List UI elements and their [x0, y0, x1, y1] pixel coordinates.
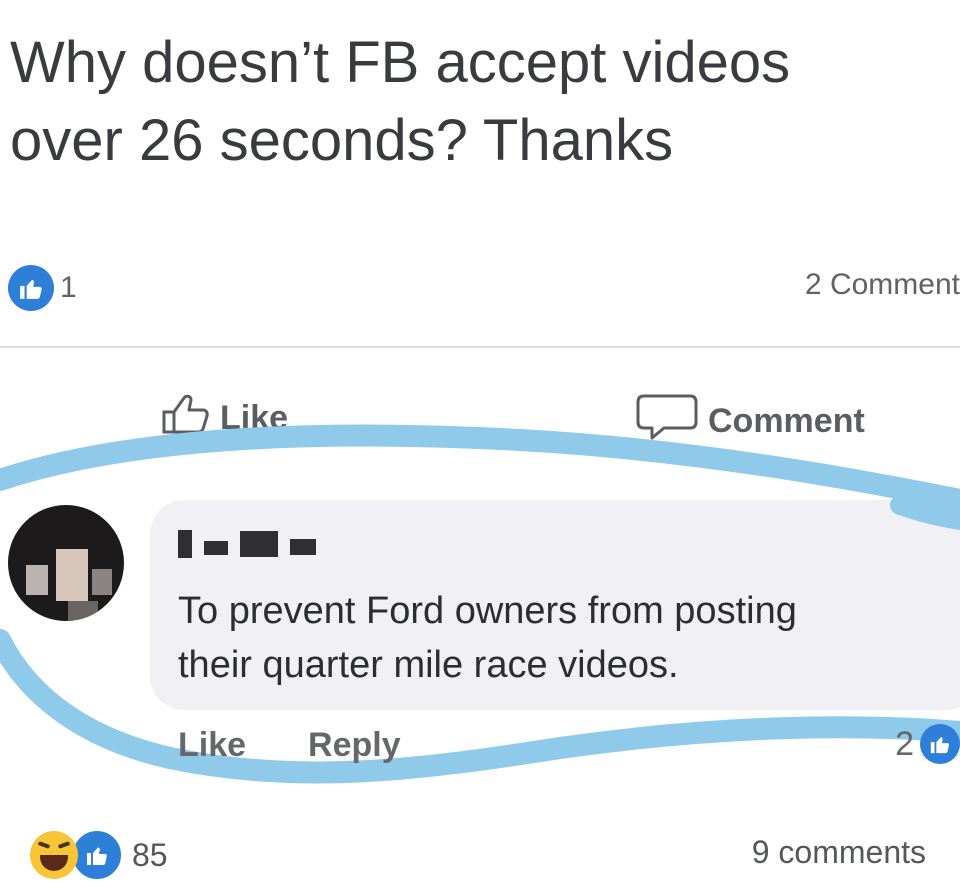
like-icon: [160, 392, 212, 445]
comment-like-link[interactable]: Like: [178, 726, 246, 765]
reaction-count: 85: [132, 836, 168, 873]
avatar[interactable]: [8, 505, 124, 621]
comment-reaction-number: 2: [895, 724, 914, 763]
comment-icon: [636, 392, 700, 451]
comment-reply-link[interactable]: Reply: [308, 726, 401, 765]
like-reaction-icon: [8, 265, 54, 311]
like-button[interactable]: Like: [160, 392, 288, 445]
post-reaction-summary[interactable]: 85: [30, 828, 168, 882]
comment-button-label: Comment: [708, 402, 865, 440]
post-text-line-1: Why doesn’t FB accept videos: [10, 30, 791, 95]
post-like-count: 1: [60, 271, 77, 304]
commenter-name-redacted[interactable]: [178, 530, 316, 558]
comments-count-link[interactable]: 9 comments: [752, 834, 926, 871]
comment-button[interactable]: Comment: [636, 392, 865, 451]
post-text-line-2: over 26 seconds? Thanks: [10, 108, 674, 173]
comment-text-line-2: their quarter mile race videos.: [178, 644, 679, 686]
post-text: Why doesn’t FB accept videos over 26 sec…: [10, 24, 940, 180]
post-comment-count[interactable]: 2 Comment: [805, 268, 960, 302]
comment-reaction-count[interactable]: 2: [895, 724, 960, 764]
divider: [0, 346, 960, 348]
comment-actions: Like Reply: [178, 726, 401, 765]
like-reaction-icon: [920, 724, 960, 764]
haha-reaction-icon: [30, 831, 78, 879]
comment-text-line-1: To prevent Ford owners from posting: [178, 590, 797, 632]
post-like-summary[interactable]: 1: [8, 265, 77, 311]
like-button-label: Like: [220, 399, 289, 437]
like-reaction-icon: [70, 828, 124, 882]
comment-text: To prevent Ford owners from posting thei…: [178, 584, 948, 692]
